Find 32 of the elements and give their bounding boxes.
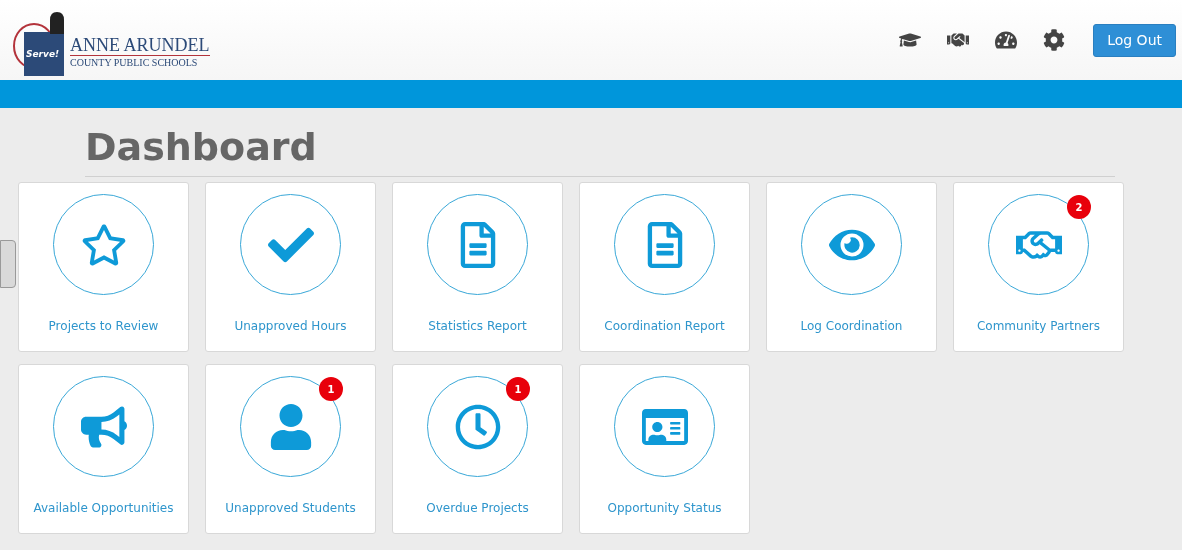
dashboard-tile[interactable]: Opportunity Status [579, 364, 750, 534]
dashboard-tile[interactable]: Coordination Report [579, 182, 750, 352]
dashboard-tile[interactable]: Projects to Review [18, 182, 189, 352]
gauge-icon[interactable] [995, 29, 1018, 51]
page-title: Dashboard [85, 124, 318, 170]
notification-badge: 1 [319, 377, 343, 401]
tile-label: Unapproved Hours [234, 318, 347, 335]
dashboard-tile[interactable]: 1 Unapproved Students [205, 364, 376, 534]
settings-icon[interactable] [1043, 29, 1066, 51]
tile-label: Log Coordination [800, 318, 903, 335]
dashboard-tile[interactable]: Unapproved Hours [205, 182, 376, 352]
tile-label: Available Opportunities [33, 500, 174, 517]
tile-label: Overdue Projects [426, 500, 529, 517]
logout-button[interactable]: Log Out [1093, 23, 1176, 57]
side-panel-handle[interactable] [0, 240, 16, 288]
dashboard-tile[interactable]: Log Coordination [766, 182, 937, 352]
tile-label: Projects to Review [48, 318, 159, 335]
logo-badge-text: Serve! [26, 48, 60, 61]
dashboard-tile[interactable]: 2 Community Partners [953, 182, 1124, 352]
dashboard-tile[interactable]: Available Opportunities [18, 364, 189, 534]
dashboard-tile[interactable]: 1 Overdue Projects [392, 364, 563, 534]
notification-badge: 2 [1067, 195, 1091, 219]
tile-label: Coordination Report [604, 318, 725, 335]
notification-badge: 1 [506, 377, 530, 401]
logo-subtitle: COUNTY PUBLIC SCHOOLS [70, 56, 199, 70]
tile-label: Unapproved Students [225, 500, 356, 517]
clock-icon [454, 403, 501, 450]
tile-label: Statistics Report [428, 318, 527, 335]
tile-label: Opportunity Status [607, 500, 722, 517]
logo-title: ANNE ARUNDEL [70, 35, 210, 56]
tile-label: Community Partners [976, 318, 1101, 335]
dashboard-tile[interactable]: Statistics Report [392, 182, 563, 352]
